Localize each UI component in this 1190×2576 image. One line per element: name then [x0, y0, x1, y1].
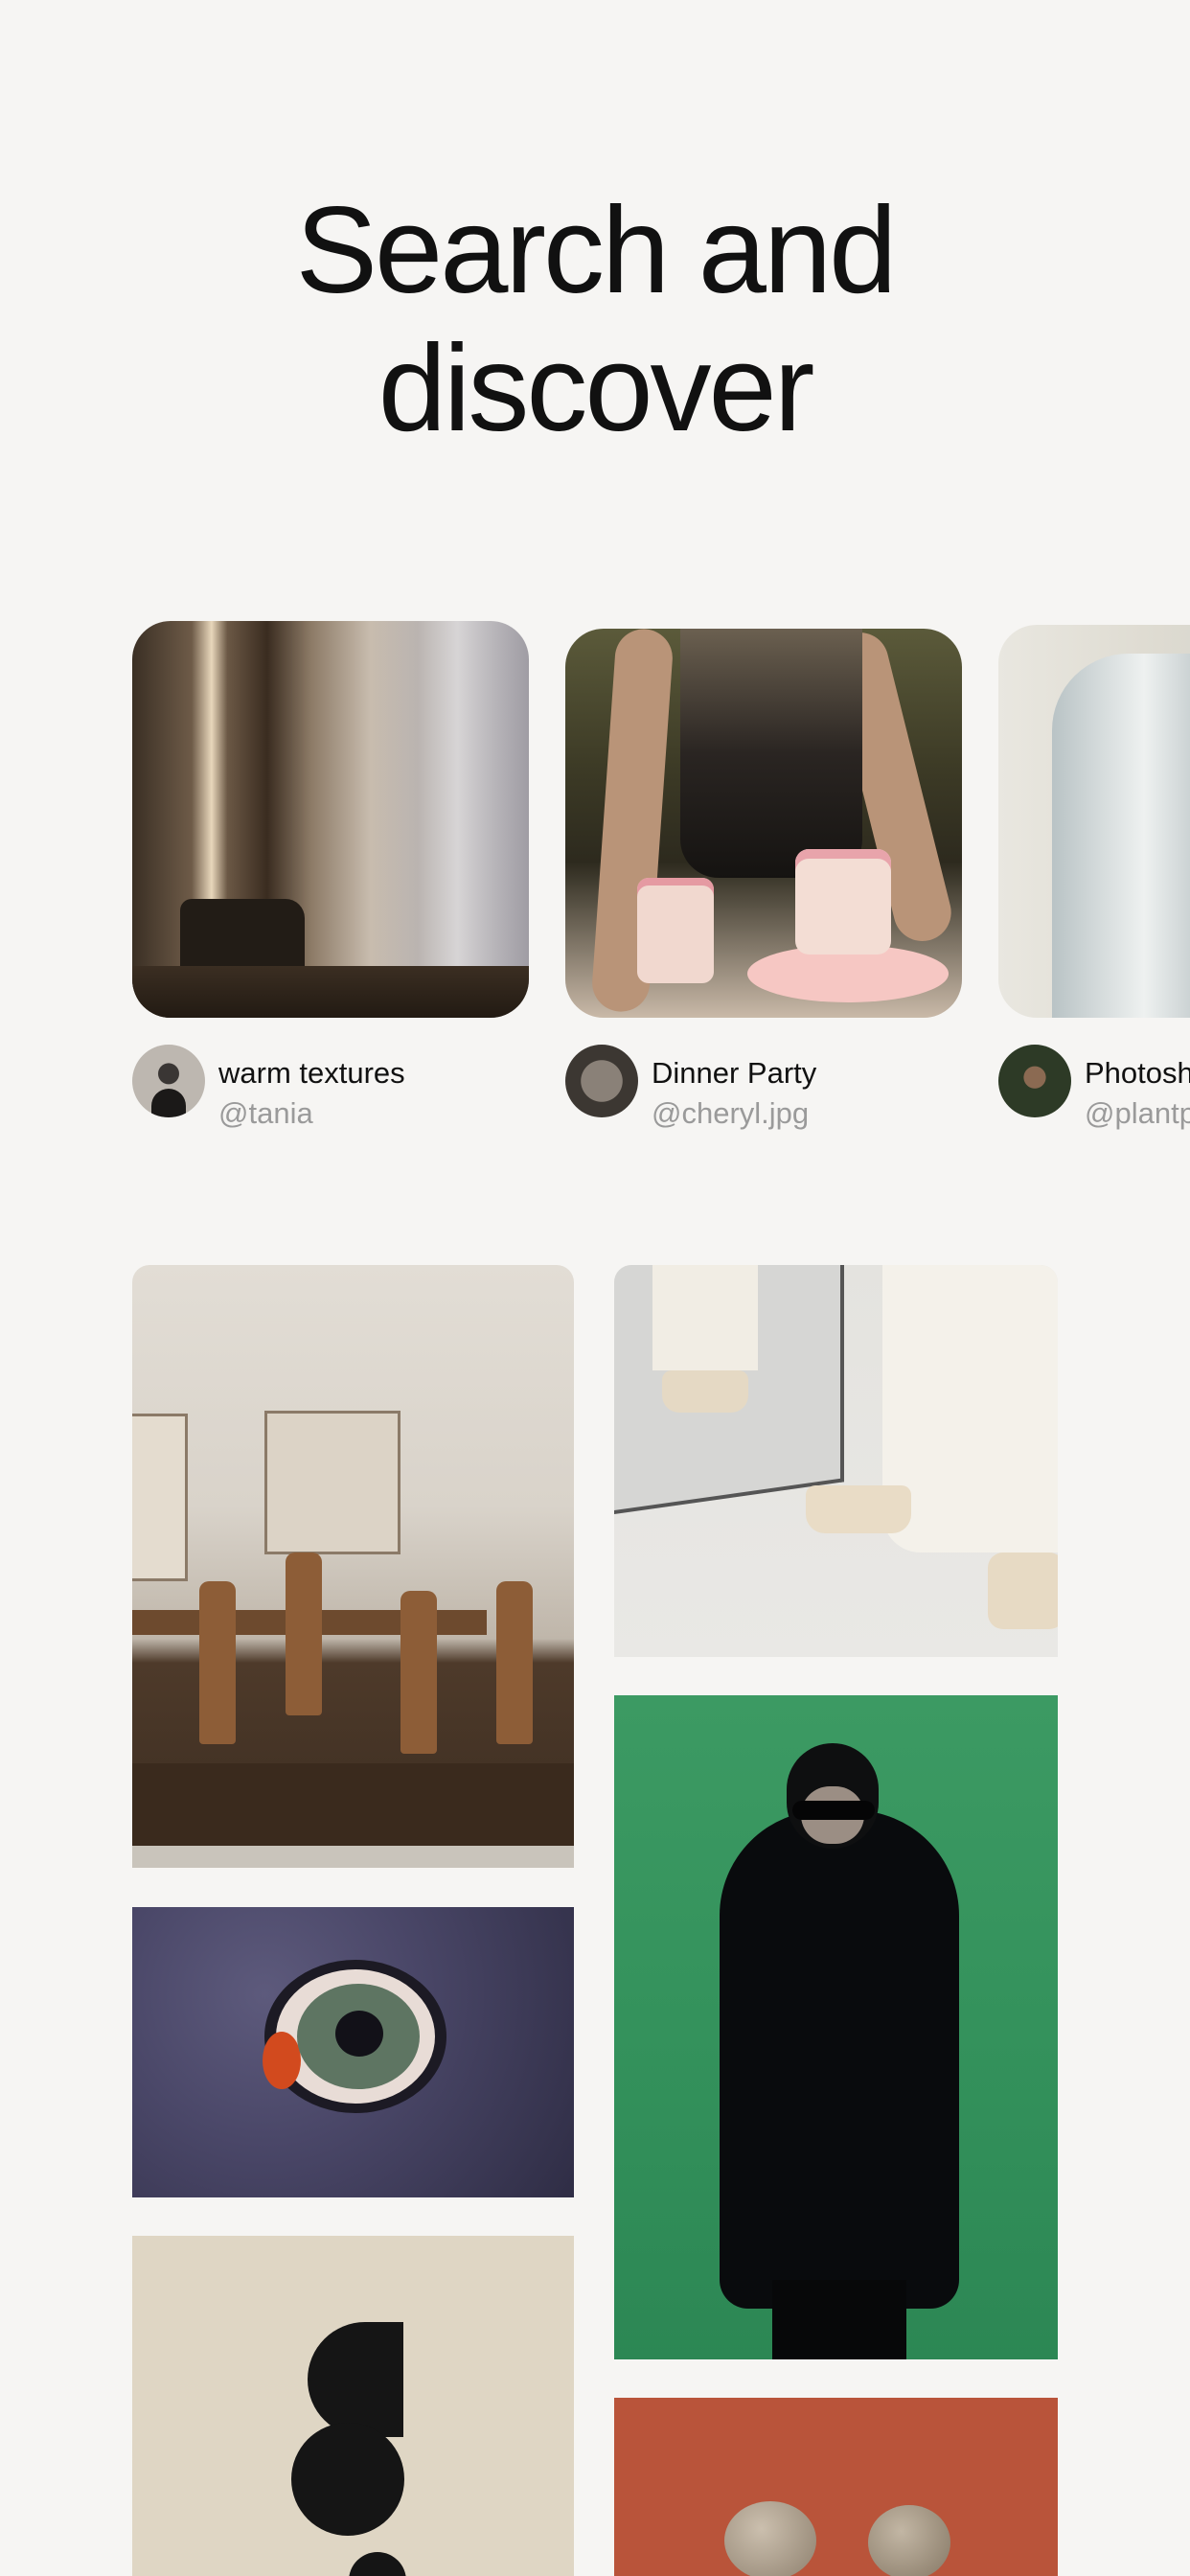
page-title-line-2: discover — [378, 320, 815, 457]
cake-shape — [637, 878, 714, 983]
collection-title[interactable]: warm textures — [218, 1056, 405, 1091]
collection-meta: Dinner Party @cheryl.jpg — [565, 1045, 962, 1131]
sunglasses-shape — [792, 1801, 875, 1820]
pupil-shape — [335, 2011, 383, 2057]
collection-title[interactable]: Photosh — [1085, 1056, 1190, 1091]
floor-shape — [132, 1846, 574, 1868]
full-moon-shape — [291, 2423, 404, 2536]
collection-card-dinner-party[interactable]: Dinner Party @cheryl.jpg — [565, 621, 962, 1131]
rug-shape — [132, 1763, 574, 1846]
figure-shape — [720, 1810, 959, 2309]
collection-author-handle[interactable]: @tania — [218, 1096, 313, 1131]
avatar[interactable] — [998, 1045, 1071, 1117]
stone-shape — [724, 2501, 816, 2576]
collections-carousel[interactable]: warm textures @tania Dinner Party @chery… — [0, 621, 1190, 1138]
chair-shape — [496, 1581, 533, 1744]
collection-author-handle[interactable]: @plantp — [1085, 1096, 1190, 1131]
collection-card-photoshoot[interactable]: Photosh @plantp — [998, 621, 1190, 1131]
dress-shape — [680, 629, 862, 878]
collection-cover-image[interactable] — [132, 621, 529, 1018]
boot-shape — [662, 1370, 748, 1413]
cake-shape — [795, 849, 891, 954]
chair-shape — [286, 1552, 322, 1715]
collection-title[interactable]: Dinner Party — [652, 1056, 816, 1091]
feed-tile-eye-painting[interactable] — [132, 1907, 574, 2197]
feed-tile-moon-poster[interactable] — [132, 2236, 574, 2576]
collection-meta: warm textures @tania — [132, 1045, 529, 1131]
legs-shape — [772, 2280, 906, 2359]
boot-shape — [806, 1485, 911, 1533]
collection-card-warm-textures[interactable]: warm textures @tania — [132, 621, 529, 1131]
feed-tile-stones[interactable] — [614, 2398, 1058, 2576]
page-title-line-1: Search and — [295, 182, 898, 319]
collection-meta: Photosh @plantp — [998, 1045, 1190, 1131]
collection-cover-image[interactable] — [998, 625, 1190, 1018]
eye-accent-shape — [263, 2032, 301, 2089]
trouser-shape — [652, 1265, 758, 1370]
feed-tile-green-portrait[interactable] — [614, 1695, 1058, 2359]
wall-art-shape — [264, 1411, 400, 1554]
avatar[interactable] — [565, 1045, 638, 1117]
crescent-shape — [349, 2552, 406, 2576]
glass-shape — [1052, 654, 1190, 1018]
floor-shape — [132, 966, 529, 1018]
half-moon-shape — [308, 2322, 403, 2437]
feed-tile-dining-room[interactable] — [132, 1265, 574, 1868]
boot-shape — [988, 1552, 1058, 1629]
collection-author-handle[interactable]: @cheryl.jpg — [652, 1096, 809, 1131]
page-title: Search and discover — [0, 182, 1190, 458]
chair-shape — [199, 1581, 236, 1744]
collection-cover-image[interactable] — [565, 629, 962, 1018]
chair-shape — [400, 1591, 437, 1754]
feed-tile-white-boots[interactable] — [614, 1265, 1058, 1657]
wall-art-shape — [132, 1414, 188, 1581]
avatar[interactable] — [132, 1045, 205, 1117]
stone-shape — [868, 2505, 950, 2576]
discover-screen: Search and discover warm textures @tania — [0, 0, 1190, 2576]
